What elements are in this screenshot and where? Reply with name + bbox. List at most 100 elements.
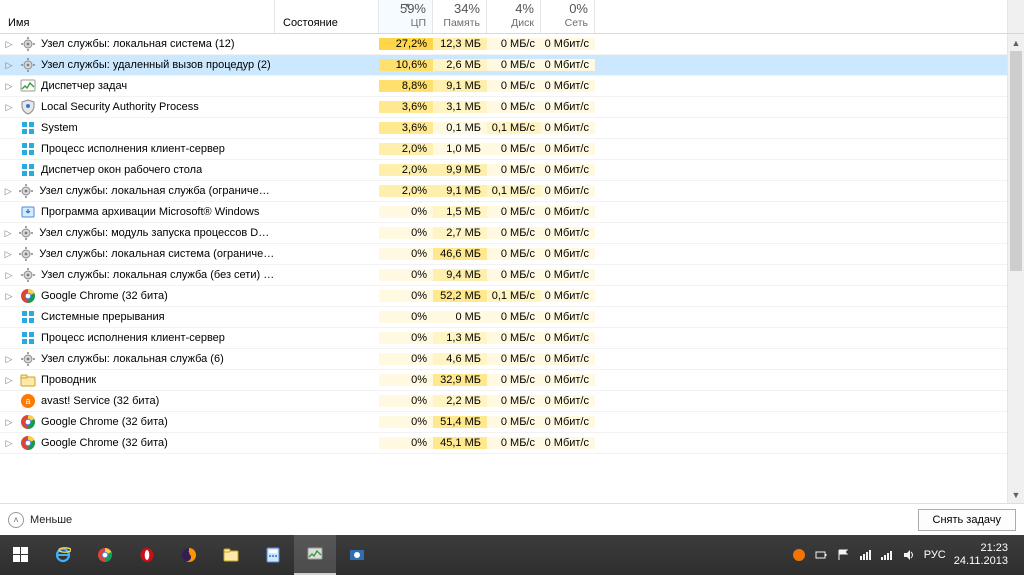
table-row[interactable]: Программа архивации Microsoft® Windows0%…	[0, 202, 1007, 223]
table-row[interactable]: ▷Узел службы: локальная служба (без сети…	[0, 265, 1007, 286]
process-icon	[20, 288, 36, 304]
cell-disk: 0 МБ/с	[487, 416, 541, 428]
table-row[interactable]: ▷Узел службы: удаленный вызов процедур (…	[0, 55, 1007, 76]
table-row[interactable]: Диспетчер окон рабочего стола2,0%9,9 МБ0…	[0, 160, 1007, 181]
scroll-thumb[interactable]	[1010, 51, 1022, 271]
table-row[interactable]: ▷Диспетчер задач8,8%9,1 МБ0 МБ/с0 Мбит/с	[0, 76, 1007, 97]
fewer-details-button[interactable]: ˄ Меньше	[8, 512, 72, 528]
tray-clock[interactable]: 21:23 24.11.2013	[954, 542, 1016, 568]
expand-icon[interactable]: ▷	[4, 270, 14, 280]
table-row[interactable]: ▷Узел службы: локальная служба (6)0%4,6 …	[0, 349, 1007, 370]
expand-icon[interactable]: ▷	[4, 186, 12, 196]
taskbar-firefox[interactable]	[168, 535, 210, 575]
process-icon	[18, 183, 34, 199]
expand-icon[interactable]	[4, 333, 14, 343]
table-header: Имя Состояние 59%ЦП 34%Память 4%Диск 0%С…	[0, 0, 1024, 34]
start-button[interactable]	[0, 535, 42, 575]
cell-network: 0 Мбит/с	[541, 101, 595, 113]
end-task-button[interactable]: Снять задачу	[918, 509, 1017, 531]
taskbar-taskmanager[interactable]	[294, 535, 336, 575]
scroll-down-button[interactable]: ▼	[1008, 486, 1024, 503]
header-disk[interactable]: 4%Диск	[487, 0, 541, 33]
expand-icon[interactable]	[4, 396, 14, 406]
header-network[interactable]: 0%Сеть	[541, 0, 595, 33]
tray-network-icon[interactable]	[858, 548, 872, 562]
table-row[interactable]: Процесс исполнения клиент-сервер2,0%1,0 …	[0, 139, 1007, 160]
expand-icon[interactable]: ▷	[4, 81, 14, 91]
table-row[interactable]: System3,6%0,1 МБ0,1 МБ/с0 Мбит/с	[0, 118, 1007, 139]
table-row[interactable]: ▷Google Chrome (32 бита)0%52,2 МБ0,1 МБ/…	[0, 286, 1007, 307]
cell-disk: 0 МБ/с	[487, 437, 541, 449]
header-cpu[interactable]: 59%ЦП	[379, 0, 433, 33]
expand-icon[interactable]: ▷	[4, 39, 14, 49]
tray-battery-icon[interactable]	[814, 548, 828, 562]
cell-disk: 0 МБ/с	[487, 269, 541, 281]
cell-memory: 1,3 МБ	[433, 332, 487, 344]
table-row[interactable]: ▷Узел службы: модуль запуска процессов D…	[0, 223, 1007, 244]
taskbar-calculator[interactable]	[252, 535, 294, 575]
cell-memory: 1,0 МБ	[433, 143, 487, 155]
cell-memory: 45,1 МБ	[433, 437, 487, 449]
cell-disk: 0 МБ/с	[487, 395, 541, 407]
cell-disk: 0 МБ/с	[487, 227, 541, 239]
scroll-track[interactable]	[1008, 51, 1024, 486]
cell-memory: 2,2 МБ	[433, 395, 487, 407]
header-state[interactable]: Состояние	[275, 0, 379, 33]
table-row[interactable]: Процесс исполнения клиент-сервер0%1,3 МБ…	[0, 328, 1007, 349]
taskbar-chrome[interactable]	[84, 535, 126, 575]
taskbar-explorer[interactable]	[210, 535, 252, 575]
tray-wifi-icon[interactable]	[880, 548, 894, 562]
scroll-up-button[interactable]: ▲	[1008, 34, 1024, 51]
table-row[interactable]: ▷Local Security Authority Process3,6%3,1…	[0, 97, 1007, 118]
tray-volume-icon[interactable]	[902, 548, 916, 562]
expand-icon[interactable]: ▷	[4, 438, 14, 448]
expand-icon[interactable]	[4, 207, 14, 217]
table-row[interactable]: Системные прерывания0%0 МБ0 МБ/с0 Мбит/с	[0, 307, 1007, 328]
tray-avast-icon[interactable]	[792, 548, 806, 562]
process-icon	[20, 267, 36, 283]
process-name: Программа архивации Microsoft® Windows	[41, 206, 259, 218]
header-memory[interactable]: 34%Память	[433, 0, 487, 33]
process-name: Узел службы: локальная служба (ограничен…	[39, 185, 275, 197]
cell-cpu: 0%	[379, 332, 433, 344]
taskbar-opera[interactable]	[126, 535, 168, 575]
cell-cpu: 2,0%	[379, 164, 433, 176]
expand-icon[interactable]	[4, 165, 14, 175]
table-row[interactable]: ▷Google Chrome (32 бита)0%51,4 МБ0 МБ/с0…	[0, 412, 1007, 433]
cell-disk: 0 МБ/с	[487, 206, 541, 218]
table-row[interactable]: aavast! Service (32 бита)0%2,2 МБ0 МБ/с0…	[0, 391, 1007, 412]
cell-network: 0 Мбит/с	[541, 80, 595, 92]
process-icon	[20, 204, 36, 220]
cell-disk: 0 МБ/с	[487, 248, 541, 260]
table-row[interactable]: ▷Google Chrome (32 бита)0%45,1 МБ0 МБ/с0…	[0, 433, 1007, 454]
tray-language[interactable]: РУС	[924, 549, 946, 561]
expand-icon[interactable]	[4, 312, 14, 322]
cell-memory: 9,1 МБ	[433, 185, 487, 197]
tray-flag-icon[interactable]	[836, 548, 850, 562]
expand-icon[interactable]	[4, 144, 14, 154]
expand-icon[interactable]: ▷	[4, 375, 14, 385]
cell-network: 0 Мбит/с	[541, 164, 595, 176]
table-row[interactable]: ▷Проводник0%32,9 МБ0 МБ/с0 Мбит/с	[0, 370, 1007, 391]
expand-icon[interactable]	[4, 123, 14, 133]
expand-icon[interactable]: ▷	[4, 291, 14, 301]
expand-icon[interactable]: ▷	[4, 60, 14, 70]
expand-icon[interactable]: ▷	[4, 354, 14, 364]
process-icon	[20, 78, 36, 94]
cell-cpu: 2,0%	[379, 143, 433, 155]
expand-icon[interactable]: ▷	[4, 228, 12, 238]
header-name[interactable]: Имя	[0, 0, 275, 33]
vertical-scrollbar[interactable]: ▲ ▼	[1007, 34, 1024, 503]
expand-icon[interactable]: ▷	[4, 102, 14, 112]
process-icon	[20, 309, 36, 325]
table-row[interactable]: ▷ Узел службы: локальная служба (ограниче…	[0, 181, 1007, 202]
taskbar-ie[interactable]	[42, 535, 84, 575]
process-icon	[18, 246, 34, 262]
cell-memory: 12,3 МБ	[433, 38, 487, 50]
expand-icon[interactable]: ▷	[4, 417, 14, 427]
cell-disk: 0 МБ/с	[487, 332, 541, 344]
expand-icon[interactable]: ▷	[4, 249, 12, 259]
taskbar-app[interactable]	[336, 535, 378, 575]
table-row[interactable]: ▷Узел службы: локальная система (12)27,2…	[0, 34, 1007, 55]
table-row[interactable]: ▷Узел службы: локальная система (огранич…	[0, 244, 1007, 265]
